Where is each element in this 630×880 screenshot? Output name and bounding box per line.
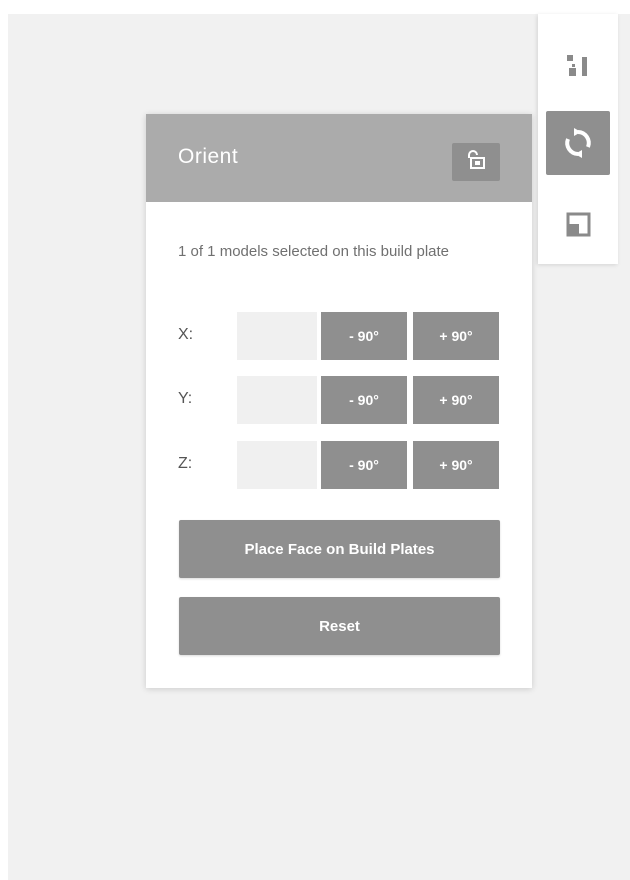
lock-button[interactable]	[452, 143, 500, 181]
rotate-x-minus-90-button[interactable]: - 90°	[321, 312, 407, 360]
rotate-tool-button[interactable]	[546, 111, 610, 175]
rotate-z-minus-90-button[interactable]: - 90°	[321, 441, 407, 489]
rotate-y-minus-90-button[interactable]: - 90°	[321, 376, 407, 424]
rotation-input-y[interactable]	[237, 376, 317, 424]
panel-title: Orient	[178, 145, 239, 168]
rotate-x-plus-90-button[interactable]: + 90°	[413, 312, 499, 360]
axis-label-x: X:	[178, 326, 194, 343]
reset-button[interactable]: Reset	[179, 597, 500, 655]
tool-rail	[538, 14, 618, 264]
place-face-on-build-plate-button[interactable]: Place Face on Build Plates	[179, 520, 500, 578]
axis-row-y: Y: - 90° + 90°	[146, 376, 532, 424]
panel-header: Orient	[146, 114, 532, 202]
rotation-input-x[interactable]	[237, 312, 317, 360]
orient-panel: Orient 1 of 1 models selected on this bu…	[146, 114, 532, 688]
axis-row-z: Z: - 90° + 90°	[146, 441, 532, 489]
axis-row-x: X: - 90° + 90°	[146, 312, 532, 360]
selection-status-text: 1 of 1 models selected on this build pla…	[178, 243, 450, 260]
rotation-input-z[interactable]	[237, 441, 317, 489]
lock-icon	[465, 149, 487, 175]
scale-tool-button[interactable]	[546, 192, 610, 256]
move-icon	[563, 51, 593, 81]
scale-icon	[563, 209, 593, 239]
move-tool-button[interactable]	[546, 34, 610, 98]
rotate-y-plus-90-button[interactable]: + 90°	[413, 376, 499, 424]
axis-label-z: Z:	[178, 455, 193, 472]
rotate-z-plus-90-button[interactable]: + 90°	[413, 441, 499, 489]
axis-label-y: Y:	[178, 390, 193, 407]
rotate-icon	[561, 126, 595, 160]
